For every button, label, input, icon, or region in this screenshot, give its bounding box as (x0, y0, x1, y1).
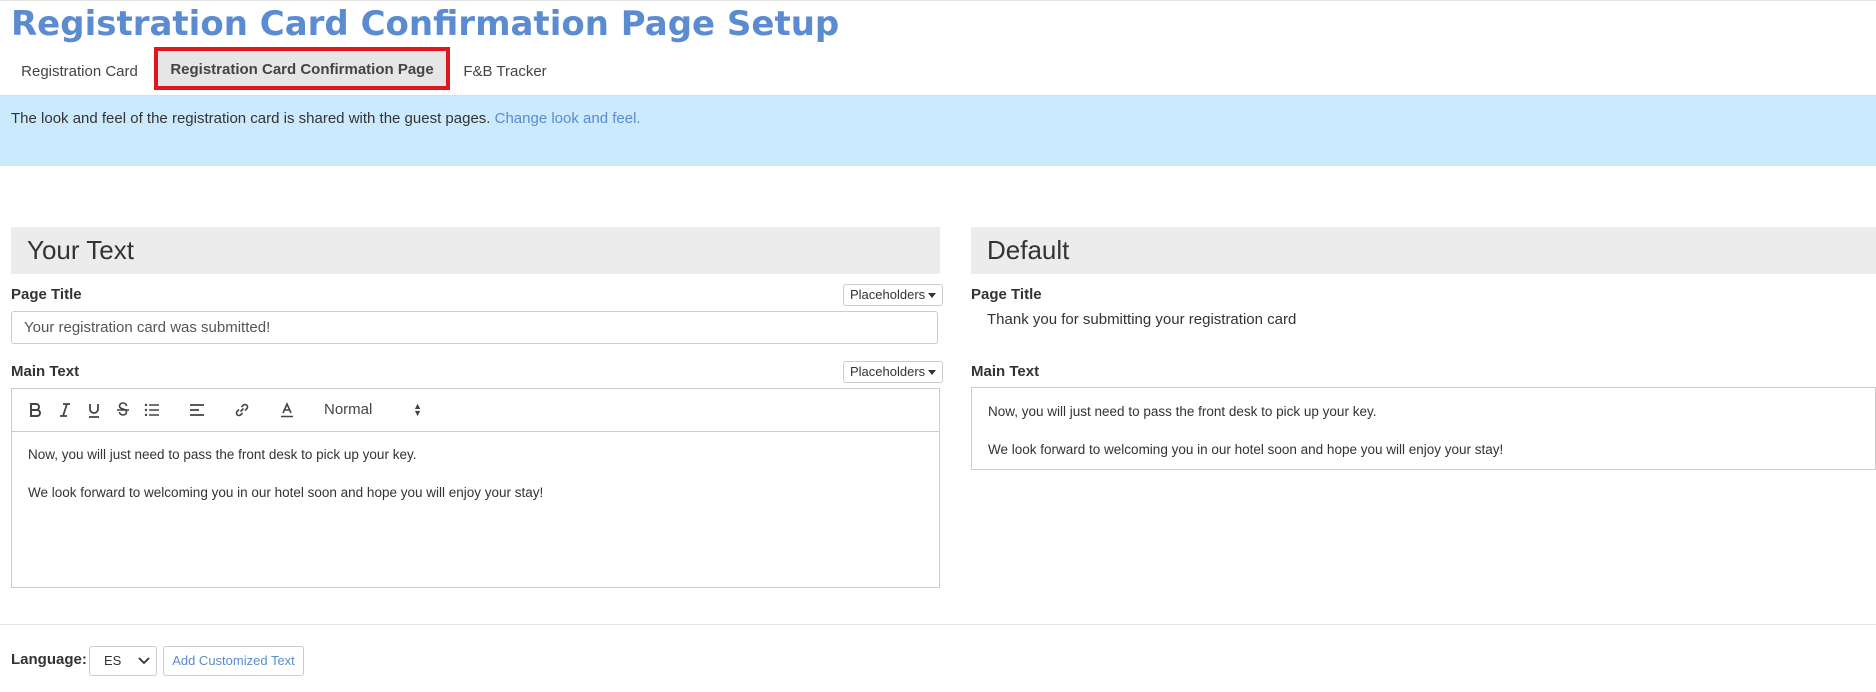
info-text: The look and feel of the registration ca… (11, 110, 491, 127)
editor-paragraph: We look forward to welcoming you in our … (28, 485, 544, 500)
default-page-title-value: Thank you for submitting your registrati… (987, 311, 1297, 328)
text-color-icon[interactable] (276, 399, 298, 421)
default-heading: Default (987, 235, 1070, 265)
footer-divider (0, 624, 1876, 625)
default-paragraph: Now, you will just need to pass the fron… (988, 404, 1377, 419)
main-text-placeholders-button[interactable]: Placeholders (843, 361, 944, 383)
add-customized-text-button[interactable]: Add Customized Text (163, 646, 304, 676)
tab-registration-card-confirmation-page[interactable]: Registration Card Confirmation Page (154, 47, 450, 90)
tab-bar: Registration Card Registration Card Conf… (0, 47, 1876, 96)
page-title: Registration Card Confirmation Page Setu… (11, 4, 840, 44)
font-size-value: Normal (324, 401, 373, 418)
bold-icon[interactable] (24, 399, 46, 421)
default-page-title-label: Page Title (971, 286, 1042, 303)
default-main-text-box: Now, you will just need to pass the fron… (971, 387, 1876, 470)
editor-toolbar: Normal ▲ ▼ (12, 389, 939, 432)
your-text-heading: Your Text (27, 235, 134, 265)
chevron-down-icon (138, 657, 150, 665)
tab-fb-tracker[interactable]: F&B Tracker (452, 52, 558, 92)
your-text-header: Your Text (11, 227, 940, 274)
info-message: The look and feel of the registration ca… (11, 110, 641, 127)
underline-icon[interactable] (83, 399, 105, 421)
caret-down-icon (928, 293, 937, 299)
link-icon[interactable] (231, 399, 253, 421)
editor-content[interactable]: Now, you will just need to pass the fron… (28, 445, 918, 521)
default-header: Default (971, 227, 1876, 274)
bullet-list-icon[interactable] (141, 399, 163, 421)
page-title-input[interactable] (11, 311, 938, 344)
default-main-text: Now, you will just need to pass the fron… (988, 402, 1503, 478)
editor-paragraph: Now, you will just need to pass the fron… (28, 447, 417, 462)
placeholders-label: Placeholders (850, 287, 926, 302)
language-label: Language: (11, 651, 87, 668)
language-value: ES (104, 653, 122, 668)
page-title-label: Page Title (11, 286, 82, 303)
font-size-select[interactable]: Normal ▲ ▼ (324, 399, 430, 421)
main-text-label: Main Text (11, 363, 80, 380)
change-look-link[interactable]: Change look and feel. (495, 110, 641, 127)
align-icon[interactable] (186, 399, 208, 421)
updown-arrow-icon: ▲ ▼ (413, 401, 422, 418)
page-title-placeholders-button[interactable]: Placeholders (843, 284, 944, 306)
language-select[interactable]: ES (89, 646, 157, 676)
italic-icon[interactable] (54, 399, 76, 421)
tab-registration-card[interactable]: Registration Card (10, 52, 149, 92)
caret-down-icon (928, 370, 937, 376)
default-paragraph: We look forward to welcoming you in our … (988, 442, 1504, 457)
strikethrough-icon[interactable] (112, 399, 134, 421)
placeholders-label: Placeholders (850, 364, 926, 379)
rich-text-editor: Normal ▲ ▼ Now, you will just need to pas… (11, 388, 940, 588)
default-main-text-label: Main Text (971, 363, 1040, 380)
info-banner: The look and feel of the registration ca… (0, 96, 1876, 166)
